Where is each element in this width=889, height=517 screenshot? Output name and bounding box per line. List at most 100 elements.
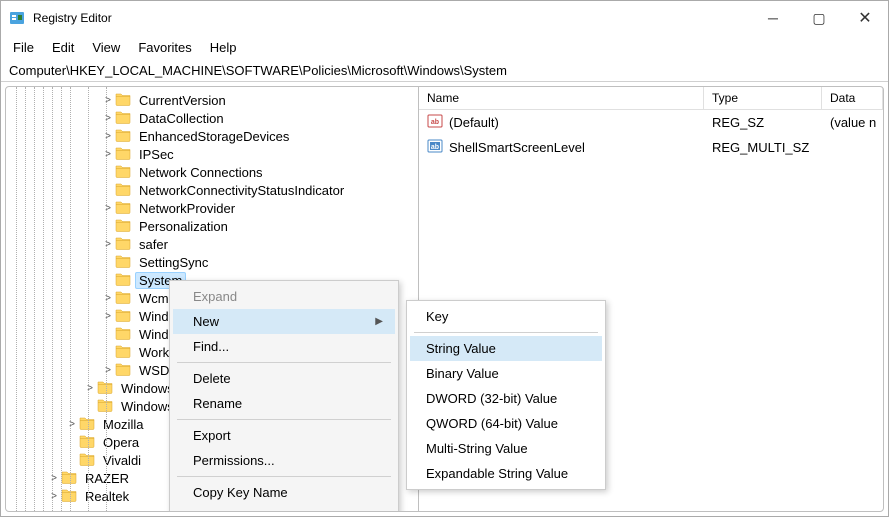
list-row[interactable]: ab(Default)REG_SZ(value n [419, 110, 883, 135]
menu-separator [177, 362, 391, 363]
col-header-data[interactable]: Data [822, 87, 883, 109]
context-item-delete[interactable]: Delete [173, 366, 395, 391]
folder-icon [115, 362, 135, 379]
tree-item-label: NetworkConnectivityStatusIndicator [135, 182, 348, 199]
content-area: > CurrentVersion > DataCollection > EnhancedS… [5, 86, 884, 512]
folder-icon [115, 290, 135, 307]
expand-chevron-icon[interactable]: > [101, 365, 115, 376]
minimize-button[interactable]: ─ [750, 1, 796, 35]
context-item-find[interactable]: Find... [173, 334, 395, 359]
menu-separator [177, 476, 391, 477]
tree-item-ipsec[interactable]: > IPSec [6, 145, 418, 163]
col-header-type[interactable]: Type [704, 87, 822, 109]
string-icon: ab [427, 113, 443, 132]
folder-icon [115, 182, 135, 199]
folder-icon [97, 398, 117, 415]
submenu-item-qword-64-bit-value[interactable]: QWORD (64-bit) Value [410, 411, 602, 436]
menu-file[interactable]: File [5, 37, 42, 58]
list-cell-type: REG_SZ [704, 113, 822, 132]
maximize-button[interactable]: ▢ [796, 1, 842, 35]
expand-chevron-icon[interactable]: > [101, 203, 115, 214]
folder-icon [79, 452, 99, 469]
context-item-rename[interactable]: Rename [173, 391, 395, 416]
submenu-item-dword-32-bit-value[interactable]: DWORD (32-bit) Value [410, 386, 602, 411]
menu-help[interactable]: Help [202, 37, 245, 58]
tree-item-networkprovider[interactable]: >NetworkProvider [6, 199, 418, 217]
folder-icon [115, 92, 135, 109]
tree-item-safer[interactable]: >safer [6, 235, 418, 253]
context-menu: ExpandNew▶Find... DeleteRename ExportPermi… [169, 280, 399, 512]
context-item-new[interactable]: New▶ [173, 309, 395, 334]
context-item-copy-key-name[interactable]: Copy Key Name [173, 480, 395, 505]
expand-chevron-icon[interactable]: > [47, 473, 61, 484]
tree-item-datacollection[interactable]: > DataCollection [6, 109, 418, 127]
tree-item-label: Opera [99, 434, 143, 451]
list-header: Name Type Data [419, 87, 883, 110]
folder-icon [115, 308, 135, 325]
submenu-item-key[interactable]: Key [410, 304, 602, 329]
col-header-name[interactable]: Name [419, 87, 704, 109]
folder-icon [115, 164, 135, 181]
address-bar[interactable]: Computer\HKEY_LOCAL_MACHINE\SOFTWARE\Pol… [1, 60, 888, 82]
tree-item-label: Personalization [135, 218, 232, 235]
context-item-permissions[interactable]: Permissions... [173, 448, 395, 473]
submenu-item-string-value[interactable]: String Value [410, 336, 602, 361]
regedit-icon [9, 10, 25, 26]
context-submenu-new: Key String ValueBinary ValueDWORD (32-bit… [406, 300, 606, 490]
tree-item-label: EnhancedStorageDevices [135, 128, 293, 145]
context-item-go-to-hkey-current-user[interactable]: Go to HKEY_CURRENT_USER [173, 505, 395, 512]
titlebar: Registry Editor ─ ▢ ✕ [1, 1, 888, 35]
context-item-expand: Expand [173, 284, 395, 309]
tree-item-label: RAZER [81, 470, 133, 487]
tree-item-enhancedstoragedevices[interactable]: > EnhancedStorageDevices [6, 127, 418, 145]
svg-text:ab: ab [431, 144, 439, 151]
expand-chevron-icon[interactable]: > [65, 419, 79, 430]
expand-chevron-icon[interactable]: > [101, 149, 115, 160]
submenu-item-multi-string-value[interactable]: Multi-String Value [410, 436, 602, 461]
menubar: File Edit View Favorites Help [1, 35, 888, 60]
tree-item-personalization[interactable]: >Personalization [6, 217, 418, 235]
folder-icon [79, 434, 99, 451]
expand-chevron-icon[interactable]: > [101, 131, 115, 142]
expand-chevron-icon[interactable]: > [101, 311, 115, 322]
registry-editor-window: Registry Editor ─ ▢ ✕ File Edit View Fav… [0, 0, 889, 517]
tree-item-label: CurrentVersion [135, 92, 230, 109]
folder-icon [79, 416, 99, 433]
folder-icon [115, 344, 135, 361]
menu-edit[interactable]: Edit [44, 37, 82, 58]
submenu-item-binary-value[interactable]: Binary Value [410, 361, 602, 386]
folder-icon [61, 488, 81, 505]
list-cell-type: REG_MULTI_SZ [704, 138, 822, 157]
menu-view[interactable]: View [84, 37, 128, 58]
expand-chevron-icon[interactable]: > [101, 95, 115, 106]
tree-item-networkconnectivitystatusindicator[interactable]: >NetworkConnectivityStatusIndicator [6, 181, 418, 199]
tree-item-label: Realtek [81, 488, 133, 505]
tree-item-currentversion[interactable]: > CurrentVersion [6, 91, 418, 109]
expand-chevron-icon[interactable]: > [47, 491, 61, 502]
window-title: Registry Editor [33, 11, 112, 25]
list-cell-name: abShellSmartScreenLevel [419, 136, 704, 159]
expand-chevron-icon[interactable]: > [101, 293, 115, 304]
submenu-item-expandable-string-value[interactable]: Expandable String Value [410, 461, 602, 486]
folder-icon [61, 470, 81, 487]
tree-item-network-connections[interactable]: >Network Connections [6, 163, 418, 181]
multi-string-icon: ab [427, 138, 443, 157]
menu-favorites[interactable]: Favorites [130, 37, 199, 58]
list-row[interactable]: abShellSmartScreenLevelREG_MULTI_SZ [419, 135, 883, 160]
expand-chevron-icon[interactable]: > [101, 239, 115, 250]
tree-item-label: SettingSync [135, 254, 212, 271]
tree-item-label: DataCollection [135, 110, 228, 127]
list-cell-name: ab(Default) [419, 111, 704, 134]
folder-icon [115, 218, 135, 235]
tree-item-settingsync[interactable]: >SettingSync [6, 253, 418, 271]
expand-chevron-icon[interactable]: > [83, 383, 97, 394]
tree-item-label: Network Connections [135, 164, 267, 181]
folder-icon [115, 254, 135, 271]
menu-separator [414, 332, 598, 333]
tree-item-label: IPSec [135, 146, 178, 163]
list-cell-data: (value n [822, 113, 883, 132]
tree-item-label: Vivaldi [99, 452, 145, 469]
context-item-export[interactable]: Export [173, 423, 395, 448]
expand-chevron-icon[interactable]: > [101, 113, 115, 124]
close-button[interactable]: ✕ [842, 1, 888, 35]
